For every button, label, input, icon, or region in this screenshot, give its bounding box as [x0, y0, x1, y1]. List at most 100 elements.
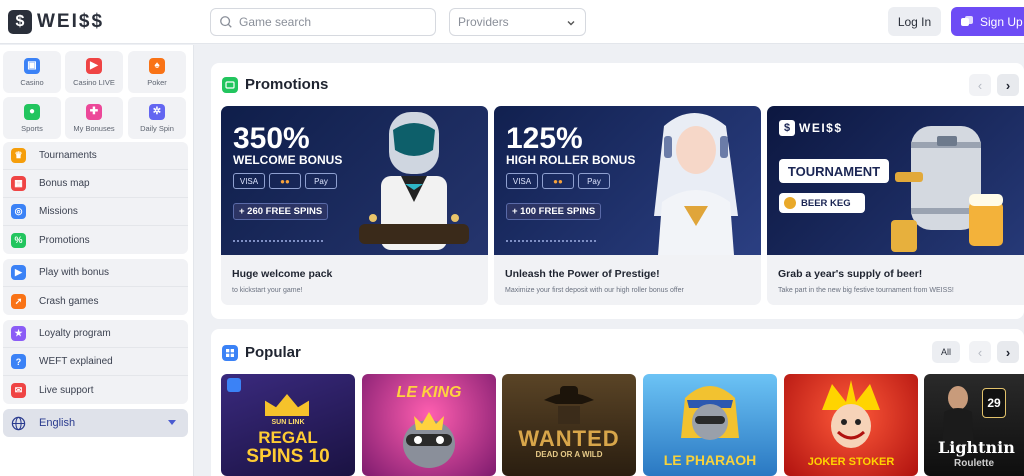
sidebar-item-label: Crash games [39, 295, 99, 307]
promotions-title: Promotions [245, 76, 329, 93]
joker-illustration [822, 380, 880, 448]
poker-icon: ♠ [149, 57, 165, 74]
popular-title: Popular [245, 344, 301, 361]
sidebar-item-label: Promotions [39, 234, 90, 246]
tile-label: Sports [21, 123, 43, 133]
popular-prev-button[interactable]: ‹ [969, 341, 991, 363]
bonus-percent: 125% [506, 122, 583, 155]
signup-button[interactable]: Sign Up [951, 7, 1024, 36]
tile-label: My Bonuses [73, 123, 115, 133]
pharaoh-raccoon-illustration [681, 386, 739, 440]
tile-casino-live[interactable]: ▶ Casino LIVE [65, 51, 123, 93]
search-icon [220, 16, 232, 28]
popular-next-button[interactable]: › [997, 341, 1019, 363]
beer-keg-label: BEER KEG [801, 197, 851, 209]
target-icon: ◎ [11, 204, 26, 219]
promo-card-welcome[interactable]: 350% WELCOME BONUS VISA ●● Pay + 260 FRE… [221, 106, 488, 305]
visa-badge: VISA [506, 173, 538, 189]
signup-label: Sign Up [980, 14, 1023, 29]
language-selector[interactable]: English [3, 409, 188, 437]
promo-card-beer-keg[interactable]: $ WEI$$ TOURNAMENT BEER KEG Grab a year'… [767, 106, 1024, 305]
promotions-prev-button[interactable]: ‹ [969, 74, 991, 96]
applepay-badge: Pay [578, 173, 610, 189]
game-subtitle: SUN LINK [271, 419, 305, 426]
game-tile-lightning-roulette[interactable]: 29 Lightnin Roulette [924, 374, 1024, 476]
sidebar-item-play-with-bonus[interactable]: ▶ Play with bonus [3, 259, 188, 287]
game-title-line2: Roulette [954, 458, 994, 469]
language-label: English [39, 417, 76, 429]
sidebar-item-missions[interactable]: ◎ Missions [3, 198, 188, 226]
popular-all-button[interactable]: All [932, 341, 960, 363]
game-title-line2: DEAD OR A WILD [535, 450, 603, 459]
sidebar-item-weft-explained[interactable]: ? WEFT explained [3, 348, 188, 376]
game-title-line2: SPINS 10 [246, 446, 330, 467]
support-icon: ✉ [11, 382, 26, 398]
promo-subtitle: Maximize your first deposit with our hig… [505, 287, 684, 294]
dice-icon [961, 15, 973, 26]
character-illustration [654, 113, 738, 255]
visa-badge: VISA [233, 173, 265, 189]
globe-icon [11, 416, 26, 430]
game-title: Lightnin [938, 438, 1015, 457]
tournament-badge: TOURNAMENT [779, 159, 889, 183]
sidebar-item-live-support[interactable]: ✉ Live support [3, 376, 188, 404]
logo-badge: $ [779, 120, 795, 136]
applepay-badge: Pay [305, 173, 337, 189]
decorative-line [233, 240, 323, 242]
bonus-name: WELCOME BONUS [233, 153, 343, 167]
sidebar-item-crash-games[interactable]: ➚ Crash games [3, 287, 188, 315]
game-search[interactable] [210, 8, 436, 36]
promotions-header: Promotions [222, 76, 328, 93]
sidebar-item-promotions[interactable]: % Promotions [3, 226, 188, 254]
bonus-name: HIGH ROLLER BONUS [506, 153, 636, 167]
login-button[interactable]: Log In [888, 7, 941, 36]
tile-casino[interactable]: ▣ Casino [3, 51, 61, 93]
game-tile-le-king[interactable]: LE KING [362, 374, 496, 476]
sidebar-item-label: Loyalty program [39, 328, 111, 339]
promo-banner: $ WEI$$ TOURNAMENT BEER KEG [767, 106, 1024, 255]
free-spins-badge: + 100 FREE SPINS [506, 203, 602, 220]
mastercard-badge: ●● [542, 173, 574, 189]
promo-banner: 125% HIGH ROLLER BONUS VISA ●● Pay + 100… [494, 106, 761, 255]
game-tile-wanted[interactable]: WANTED DEAD OR A WILD [502, 374, 636, 476]
tile-label: Poker [147, 77, 167, 87]
robot-illustration [359, 112, 469, 250]
tile-label: Casino [20, 77, 44, 87]
game-tile-le-pharaoh[interactable]: LE PHARAOH [643, 374, 777, 476]
sidebar-item-label: Play with bonus [39, 267, 110, 278]
chevron-down-icon [567, 21, 575, 26]
promo-card-high-roller[interactable]: 125% HIGH ROLLER BONUS VISA ●● Pay + 100… [494, 106, 761, 305]
promotions-next-button[interactable]: › [997, 74, 1019, 96]
raccoon-king-illustration [403, 412, 455, 468]
tile-label: Daily Spin [140, 123, 174, 133]
promo-title: Grab a year's supply of beer! [778, 268, 923, 280]
game-title: LE KING [396, 384, 462, 401]
sidebar-item-label: Live support [39, 384, 94, 396]
decorative-line [506, 240, 596, 242]
like-badge-icon [227, 378, 241, 392]
help-icon: ? [11, 354, 26, 369]
logo-text: WEI$$ [37, 11, 105, 32]
sidebar-item-bonus-map[interactable]: ▦ Bonus map [3, 170, 188, 198]
sidebar-item-tournaments[interactable]: ♛ Tournaments [3, 142, 188, 170]
free-spins-badge: + 260 FREE SPINS [233, 203, 329, 220]
logo-badge: $ [8, 10, 32, 34]
game-tile-regal-spins[interactable]: SUN LINK REGAL SPINS 10 [221, 374, 355, 476]
tile-poker[interactable]: ♠ Poker [128, 51, 186, 93]
top-header: $ WEI$$ Providers Log In Sign Up [0, 0, 1024, 44]
sidebar-item-loyalty-program[interactable]: ★ Loyalty program [3, 320, 188, 348]
tile-daily-spin[interactable]: ✲ Daily Spin [128, 97, 186, 139]
weiss-logo-badge: $ WEI$$ [779, 120, 843, 136]
game-tile-joker-stoker[interactable]: JOKER STOKER [784, 374, 918, 476]
beer-keg-illustration [891, 126, 1003, 252]
daily-spin-icon: ✲ [149, 103, 165, 120]
nav-group-activities: ♛ Tournaments ▦ Bonus map ◎ Missions % P… [3, 142, 188, 254]
search-input[interactable] [239, 15, 429, 29]
tile-sports[interactable]: ● Sports [3, 97, 61, 139]
caret-down-icon [168, 420, 176, 425]
nav-group-info: ★ Loyalty program ? WEFT explained ✉ Liv… [3, 320, 188, 404]
tile-my-bonuses[interactable]: ✚ My Bonuses [65, 97, 123, 139]
providers-dropdown[interactable]: Providers [449, 8, 586, 36]
site-logo[interactable]: $ WEI$$ [8, 9, 104, 35]
tile-label: Casino LIVE [73, 77, 115, 87]
